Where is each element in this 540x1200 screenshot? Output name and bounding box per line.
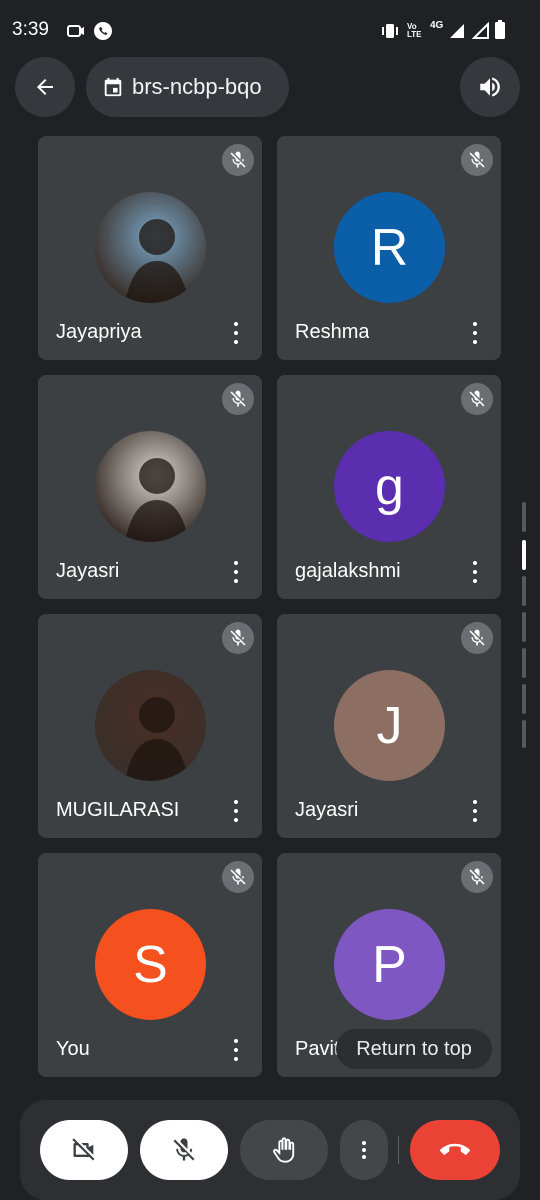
participant-options-button[interactable] xyxy=(471,322,479,344)
participant-name: MUGILARASI xyxy=(56,799,180,821)
audio-output-button[interactable] xyxy=(460,57,520,117)
speaker-icon xyxy=(480,77,500,97)
avatar-initial: P xyxy=(334,909,445,1020)
participant-options-button[interactable] xyxy=(471,800,479,822)
person-silhouette xyxy=(125,219,189,303)
status-bar: 3:39 Vo LTE 4G xyxy=(0,0,540,62)
meeting-header: brs-ncbp-bqo xyxy=(0,56,540,118)
status-time: 3:39 xyxy=(12,19,49,40)
participant-options-button[interactable] xyxy=(232,561,240,583)
participant-name: gajalakshmi xyxy=(295,560,401,582)
muted-badge xyxy=(222,622,254,654)
calendar-icon xyxy=(104,77,122,97)
avatar-photo xyxy=(95,670,206,781)
avatar-initial: S xyxy=(95,909,206,1020)
volte-label: Vo LTE xyxy=(407,22,422,39)
network-type-label: 4G xyxy=(430,20,444,31)
mic-off-icon xyxy=(230,629,246,646)
mic-off-icon xyxy=(230,390,246,407)
arrow-left-icon xyxy=(37,79,53,95)
participant-options-button[interactable] xyxy=(232,800,240,822)
participant-tile[interactable]: g gajalakshmi xyxy=(277,375,501,599)
meeting-info-button[interactable]: brs-ncbp-bqo xyxy=(86,57,289,117)
camera-toggle-button[interactable] xyxy=(40,1120,128,1180)
muted-badge xyxy=(222,861,254,893)
mic-off-icon xyxy=(469,629,485,646)
participant-tile[interactable]: Jayasri xyxy=(38,375,262,599)
participant-name: Jayapriya xyxy=(56,321,142,343)
call-controls xyxy=(20,1100,520,1200)
muted-badge xyxy=(222,144,254,176)
hand-icon xyxy=(273,1137,295,1163)
mic-off-icon xyxy=(469,390,485,407)
participant-tile[interactable]: J Jayasri xyxy=(277,614,501,838)
avatar-initial: R xyxy=(334,192,445,303)
person-silhouette xyxy=(125,458,189,542)
participant-tile[interactable]: R Reshma xyxy=(277,136,501,360)
mic-off-icon xyxy=(230,151,246,168)
participant-tile[interactable]: MUGILARASI xyxy=(38,614,262,838)
mic-off-icon xyxy=(469,868,485,885)
meeting-code: brs-ncbp-bqo xyxy=(132,74,262,99)
participant-name: Jayasri xyxy=(56,560,120,582)
more-options-button[interactable] xyxy=(340,1120,388,1180)
participant-tile[interactable]: Jayapriya xyxy=(38,136,262,360)
controls-divider xyxy=(398,1136,399,1164)
avatar-initial: J xyxy=(334,670,445,781)
signal-icon xyxy=(450,24,464,38)
avatar-initial: g xyxy=(334,431,445,542)
vibrate-icon xyxy=(382,24,398,38)
avatar-photo xyxy=(95,431,206,542)
participant-name: Jayasri xyxy=(295,799,359,821)
participant-name: You xyxy=(56,1038,90,1060)
avatar-photo xyxy=(95,192,206,303)
signal-icon-2 xyxy=(472,22,489,39)
participant-options-button[interactable] xyxy=(232,322,240,344)
mic-off-icon xyxy=(173,1138,195,1161)
person-silhouette xyxy=(125,697,189,781)
mic-off-icon xyxy=(230,868,246,885)
back-button[interactable] xyxy=(15,57,75,117)
return-to-top-button[interactable]: Return to top xyxy=(336,1029,492,1069)
mic-toggle-button[interactable] xyxy=(140,1120,228,1180)
participant-options-button[interactable] xyxy=(232,1039,240,1061)
more-vert-icon xyxy=(362,1141,366,1159)
participant-options-button[interactable] xyxy=(471,561,479,583)
muted-badge xyxy=(461,861,493,893)
screen-record-icon xyxy=(67,25,84,37)
battery-icon xyxy=(495,20,505,39)
mic-off-icon xyxy=(469,151,485,168)
end-call-button[interactable] xyxy=(410,1120,500,1180)
raise-hand-button[interactable] xyxy=(240,1120,328,1180)
whatsapp-icon xyxy=(94,22,112,40)
participant-name: Reshma xyxy=(295,321,370,343)
participant-tile[interactable]: S You xyxy=(38,853,262,1077)
muted-badge xyxy=(461,144,493,176)
camera-off-icon xyxy=(72,1138,95,1161)
muted-badge xyxy=(222,383,254,415)
end-call-icon xyxy=(440,1143,470,1155)
muted-badge xyxy=(461,622,493,654)
muted-badge xyxy=(461,383,493,415)
